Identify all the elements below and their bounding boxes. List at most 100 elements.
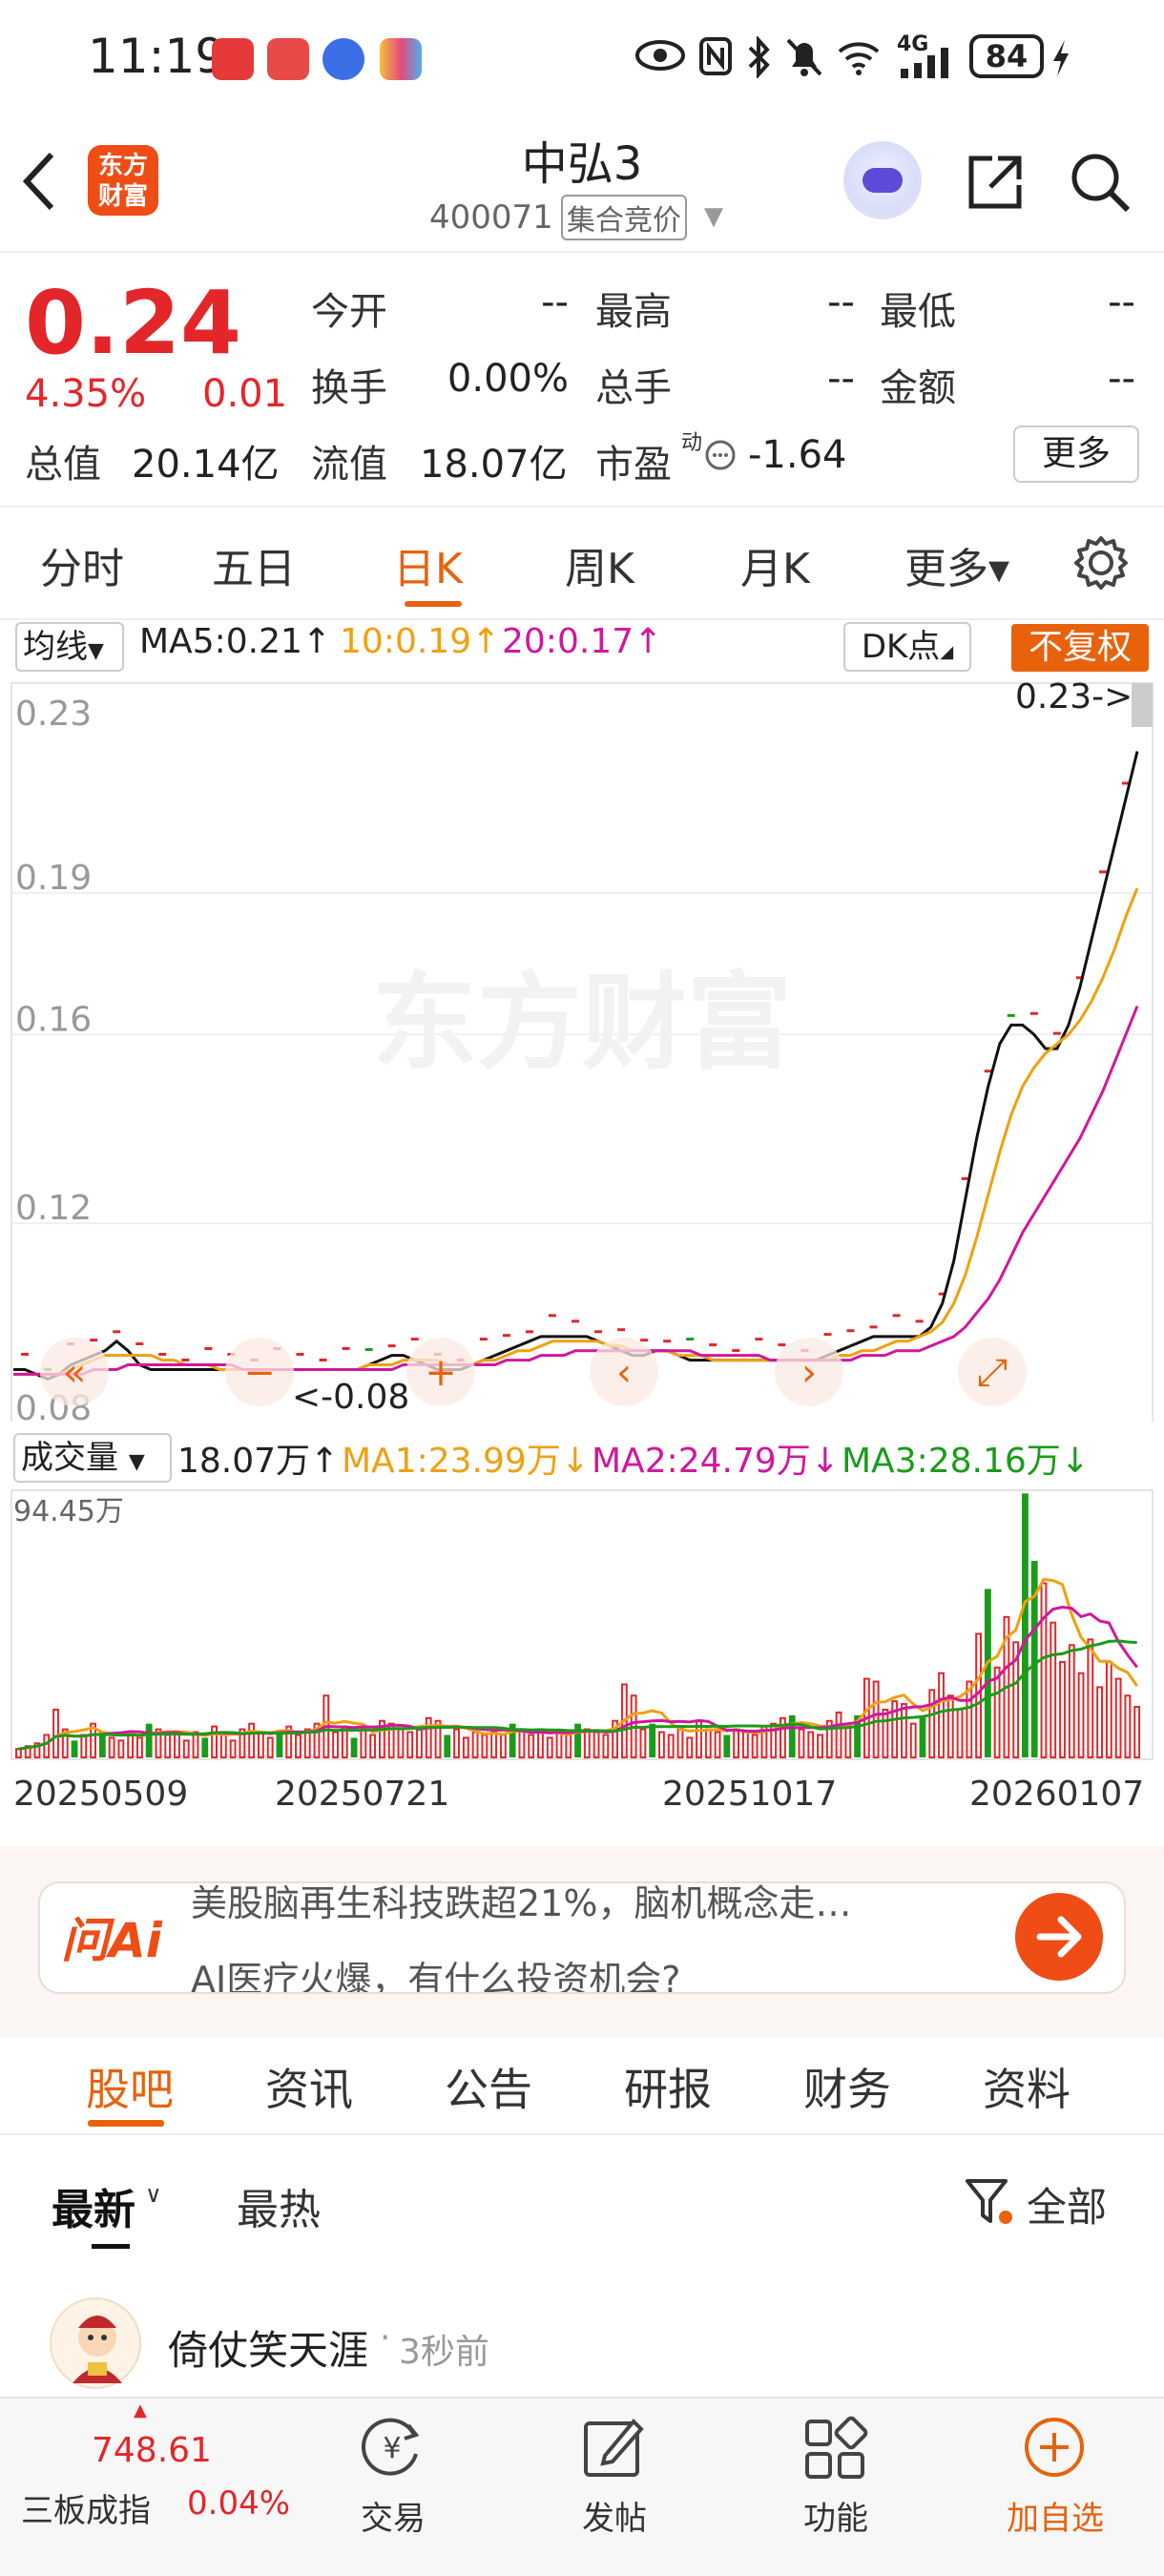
nav-add-watchlist[interactable]: 加自选 [988, 2492, 1122, 2539]
dk-point-button[interactable]: DK点◢ [843, 622, 971, 672]
index-name[interactable]: 三板成指 [21, 2484, 151, 2531]
tab-daily-k[interactable]: 日K [393, 534, 463, 595]
volume-bar [182, 1739, 190, 1759]
filter-label[interactable]: 全部 [1027, 2175, 1107, 2233]
tab-five-day[interactable]: 五日 [212, 534, 296, 595]
chart-watermark: 东方财富 [372, 962, 792, 1084]
huawei-app-icon [212, 38, 254, 80]
trade-icon[interactable]: ¥ [359, 2414, 426, 2481]
active-tab-indicator [405, 601, 462, 607]
index-value[interactable]: 748.61 [92, 2431, 212, 2470]
adjust-button[interactable]: 不复权 [1011, 624, 1149, 672]
volume-bar [135, 1736, 143, 1759]
auction-tag[interactable]: 集合竞价 [561, 195, 687, 240]
tab-profile[interactable]: 资料 [983, 2055, 1070, 2118]
edit-icon[interactable] [580, 2414, 647, 2481]
ai-suggestions[interactable]: 美股脑再生科技跌超21%，脑机概念走… AI医疗火爆，有什么投资机会? [181, 1883, 992, 1992]
volume-bar [15, 1748, 22, 1758]
app-logo[interactable]: 东方财富 [88, 145, 158, 216]
index-change[interactable]: 0.04% [187, 2484, 290, 2523]
pe-dynamic-mark: 动 [681, 431, 703, 455]
volume-bar [117, 1739, 125, 1759]
sub-tab-latest[interactable]: 最新 [52, 2175, 135, 2236]
more-quote-button[interactable]: 更多 [1013, 426, 1139, 483]
bluetooth-icon [748, 36, 770, 78]
tab-news[interactable]: 资讯 [265, 2055, 353, 2118]
grid-apps-icon[interactable] [801, 2414, 868, 2481]
filter-icon[interactable] [964, 2175, 1015, 2229]
caret-down-icon[interactable]: ▼ [704, 202, 723, 231]
volume-bar [882, 1708, 889, 1758]
tab-research[interactable]: 研报 [624, 2055, 712, 2118]
volume-bar [332, 1731, 339, 1759]
nav-trade[interactable]: 交易 [326, 2492, 460, 2539]
stock-code: 400071 [429, 198, 553, 237]
tab-intraday[interactable]: 分时 [40, 534, 124, 595]
stock-header: 东方财富 中弘3 400071 集合竞价 ▼ [0, 114, 1164, 253]
volume-axis: 94.45万 20250509 20250721 20251017 20260107 [13, 1495, 1144, 1813]
volume-bar [984, 1589, 991, 1757]
volume-bar [80, 1734, 88, 1759]
volume-bar [872, 1680, 880, 1758]
avatar[interactable] [50, 2297, 141, 2389]
info-icon[interactable] [704, 439, 737, 471]
volume-bar [928, 1689, 936, 1758]
ma5-legend: MA5:0.21↑ [139, 622, 332, 661]
volume-bar [108, 1736, 115, 1759]
caret-down-icon: ▼ [128, 1450, 145, 1474]
amount-value: -- [1108, 357, 1135, 401]
tab-forum[interactable]: 股吧 [86, 2055, 174, 2118]
tab-announcements[interactable]: 公告 [445, 2055, 532, 2118]
volume-chart[interactable]: 94.45万 20250509 20250721 20251017 20260107 [0, 1488, 1164, 1813]
volume-bar [98, 1732, 106, 1757]
volume-bar [751, 1734, 759, 1759]
kline-chart[interactable]: 东方财富 0.230.190.160.120.08 0.23-><-0.08 «… [0, 677, 1164, 1422]
tab-finance[interactable]: 财务 [803, 2055, 891, 2118]
volume-bar [257, 1731, 264, 1759]
search-icon[interactable] [1069, 151, 1132, 214]
nfc-icon [699, 37, 732, 75]
ai-go-button[interactable] [1015, 1893, 1103, 1981]
volume-ma-lines [18, 1577, 1138, 1751]
volume-bars [15, 1493, 1141, 1759]
pe-label: 市盈 [595, 443, 672, 487]
volume-bar [71, 1740, 78, 1757]
y-tick-label: 0.23 [15, 695, 92, 734]
ai-suggestion-1[interactable]: 美股脑再生科技跌超21%，脑机概念走… [191, 1883, 851, 1926]
x-tick-label: 20250509 [13, 1775, 188, 1813]
tab-weekly-k[interactable]: 周K [565, 534, 634, 595]
tab-more[interactable]: 更多▾ [904, 534, 1009, 595]
y-tick-label: 0.19 [15, 859, 92, 898]
volume-ma-line-ma1 [18, 1577, 1138, 1751]
volume-bar [453, 1728, 460, 1758]
ai-logo: 问Ai [61, 1913, 162, 1968]
back-button[interactable] [21, 151, 59, 215]
nav-post[interactable]: 发帖 [548, 2492, 681, 2539]
ai-suggestion-2[interactable]: AI医疗火爆，有什么投资机会? [191, 1950, 680, 1992]
volume-bar [174, 1731, 180, 1759]
volume-bar [807, 1731, 815, 1759]
volume-bar [499, 1734, 507, 1759]
gear-icon[interactable] [1070, 532, 1132, 593]
share-icon[interactable] [964, 151, 1027, 214]
post-author[interactable]: 倚仗笑天涯 [168, 2318, 368, 2377]
indicator-selector[interactable]: 均线▼ [15, 622, 124, 672]
plus-circle-icon[interactable] [1021, 2414, 1088, 2481]
amount-label: 金额 [880, 366, 956, 410]
volume-bar [602, 1734, 610, 1759]
post-time: 3秒前 [399, 2333, 489, 2372]
volume-bar [919, 1714, 926, 1757]
volume-bar [592, 1731, 600, 1759]
volume-bar [518, 1728, 526, 1758]
float-value: 18.07亿 [420, 443, 568, 487]
y-tick-label: 0.16 [15, 1000, 92, 1039]
sub-tab-hot[interactable]: 最热 [237, 2175, 321, 2236]
tab-monthly-k[interactable]: 月K [740, 534, 810, 595]
chevron-down-icon[interactable]: ∨ [145, 2181, 162, 2208]
robot-face [863, 168, 903, 193]
nav-functions[interactable]: 功能 [769, 2492, 903, 2539]
change-percent: 4.35% [25, 372, 147, 416]
volume-bar [229, 1739, 237, 1759]
nav-glyph: › [801, 1351, 817, 1395]
volume-selector[interactable]: 成交量 ▼ [13, 1433, 172, 1483]
